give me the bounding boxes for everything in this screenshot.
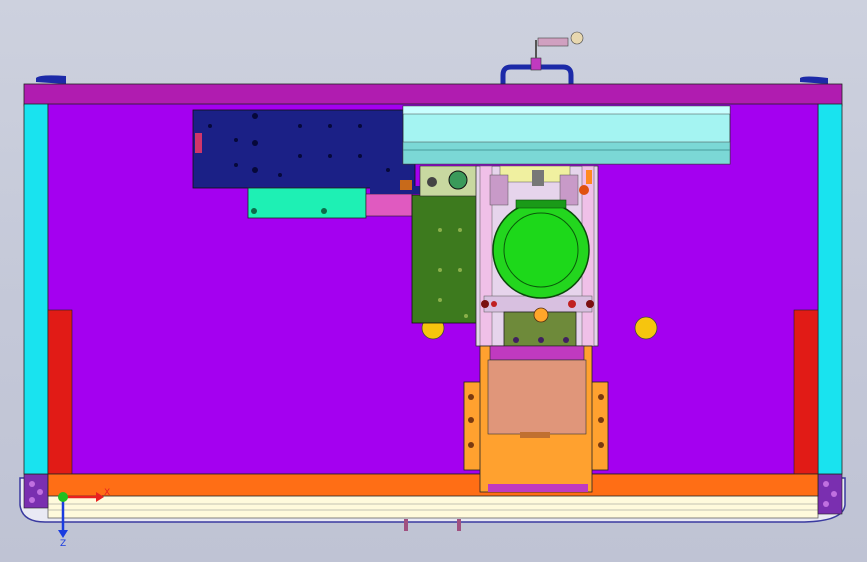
mount-plate xyxy=(463,345,609,493)
y-axis-dot xyxy=(58,492,68,502)
coupling-assembly xyxy=(503,307,577,349)
corner-profile-left xyxy=(23,473,49,509)
motor xyxy=(492,199,590,299)
linear-guide xyxy=(402,105,731,165)
locating-pin-right xyxy=(634,316,658,340)
cad-viewport[interactable]: X Z xyxy=(0,0,867,562)
x-axis-label: X xyxy=(104,488,110,498)
servo-plate xyxy=(192,109,416,189)
green-bracket xyxy=(411,165,479,324)
corner-profile-right xyxy=(817,473,843,515)
z-axis-label: Z xyxy=(60,539,66,549)
top-handle xyxy=(500,31,584,85)
